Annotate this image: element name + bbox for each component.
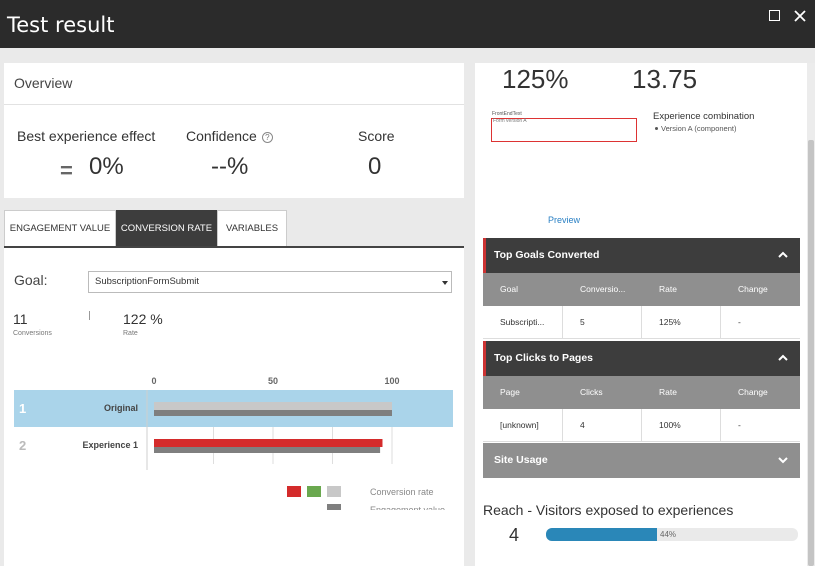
table-cell: - [738,317,741,327]
tick-label: 100 [384,376,399,386]
site-usage-header[interactable]: Site Usage [483,443,800,478]
table-cell: 5 [563,306,642,339]
chevron-up-icon [778,251,788,258]
preview-link[interactable]: Preview [548,215,580,225]
score-value: 0 [368,153,382,180]
goal-label: Goal: [14,272,48,288]
reach-progress-bar: 44% [546,528,798,541]
overview-card: Overview Best experience effect = 0% Con… [4,63,464,198]
maximize-icon[interactable] [767,8,783,24]
row-label: Original [104,403,138,413]
row-index: 1 [19,401,26,416]
tab-conversion-rate[interactable]: CONVERSION RATE [116,210,217,246]
confidence-label-text: Confidence [186,128,257,144]
tab-engagement-value[interactable]: ENGAGEMENT VALUE [4,210,116,246]
close-icon[interactable] [792,8,808,24]
confidence-value: --% [211,153,249,180]
conversion-rate-bar [154,402,392,410]
test-result-dialog: Test result Overview Best experience eff… [0,0,815,566]
legend-swatch [327,486,341,497]
stat-divider [89,311,90,320]
column-header[interactable]: Change [721,273,800,306]
results-panel: ENGAGEMENT VALUE CONVERSION RATE VARIABL… [4,210,464,566]
score-label: Score [358,128,395,144]
frontend-subtitle: Form version A [493,118,527,124]
title-bar: Test result [0,0,815,48]
confidence-label: Confidence? [186,128,273,144]
column-header[interactable]: Goal [483,273,563,306]
legend-swatch [287,486,301,497]
table-cell: Subscripti... [483,306,563,339]
chevron-up-icon [778,354,788,361]
experience-combination-label: Experience combination [653,111,755,122]
caret-down-icon [442,281,448,285]
table-cell: 125% [642,306,721,339]
scrollbar-thumb[interactable] [808,140,814,566]
row-label: Experience 1 [82,440,138,450]
top-goals-header[interactable]: Top Goals Converted [483,238,800,273]
legend-swatch [307,486,321,497]
chevron-down-icon [778,457,788,464]
reach-label: Reach - Visitors exposed to experiences [483,502,734,518]
table-row[interactable]: Subscripti... 5 125% - [483,306,800,339]
tab-variables[interactable]: VARIABLES [217,210,287,246]
reach-count: 4 [509,525,520,545]
overview-divider [4,104,464,105]
legend-label: Conversion rate [370,487,434,497]
table-cell: 4 [563,409,642,442]
table-cell: - [738,420,741,430]
top-goals-table-header: Goal Conversio... Rate Change [483,273,800,306]
rate-value: 122 % [123,311,163,327]
engagement-value-bar [154,410,392,416]
equal-icon: = [60,158,73,183]
reach-progress-fill [546,528,657,541]
conversion-rate-bar [154,439,383,447]
top-goals-title: Top Goals Converted [494,249,600,261]
experience-combination-item: Version A (component) [654,124,737,133]
table-row[interactable]: [unknown] 4 100% - [483,409,800,442]
conversion-bar-chart: 0 50 100 1 Original 2 Experience 1 Conversion r… [14,376,453,510]
legend-swatch [327,504,341,510]
preview-score-value: 13.75 [632,64,698,94]
row-index: 2 [19,438,26,453]
top-clicks-title: Top Clicks to Pages [494,352,593,364]
tick-label: 50 [268,376,278,386]
best-experience-effect-value: 0% [89,153,124,180]
legend-label: Engagement value [370,505,445,510]
dialog-title: Test result [7,13,115,37]
column-header[interactable]: Page [483,376,563,409]
best-experience-effect-label: Best experience effect [17,128,156,144]
top-clicks-header[interactable]: Top Clicks to Pages [483,341,800,376]
column-header[interactable]: Clicks [563,376,642,409]
column-header[interactable]: Conversio... [563,273,642,306]
column-header[interactable]: Rate [642,273,721,306]
reach-percent-label: 44% [660,530,677,539]
conversions-value: 11 [13,311,28,327]
overview-title: Overview [14,75,73,91]
column-header[interactable]: Change [721,376,800,409]
help-icon[interactable]: ? [261,132,273,143]
column-header[interactable]: Rate [642,376,721,409]
table-cell: [unknown] [483,409,563,442]
goal-select[interactable]: SubscriptionFormSubmit [88,271,452,293]
site-usage-title: Site Usage [494,454,548,466]
rate-caption: Rate [123,330,138,337]
preview-rate-value: 125% [502,64,569,94]
top-clicks-table-header: Page Clicks Rate Change [483,376,800,409]
tick-label: 0 [151,376,156,386]
conversions-caption: Conversions [13,330,52,337]
frontend-title: FrontEndText [492,111,522,117]
goal-select-value: SubscriptionFormSubmit [95,276,200,287]
engagement-value-bar [154,447,381,453]
table-cell: 100% [642,409,721,442]
